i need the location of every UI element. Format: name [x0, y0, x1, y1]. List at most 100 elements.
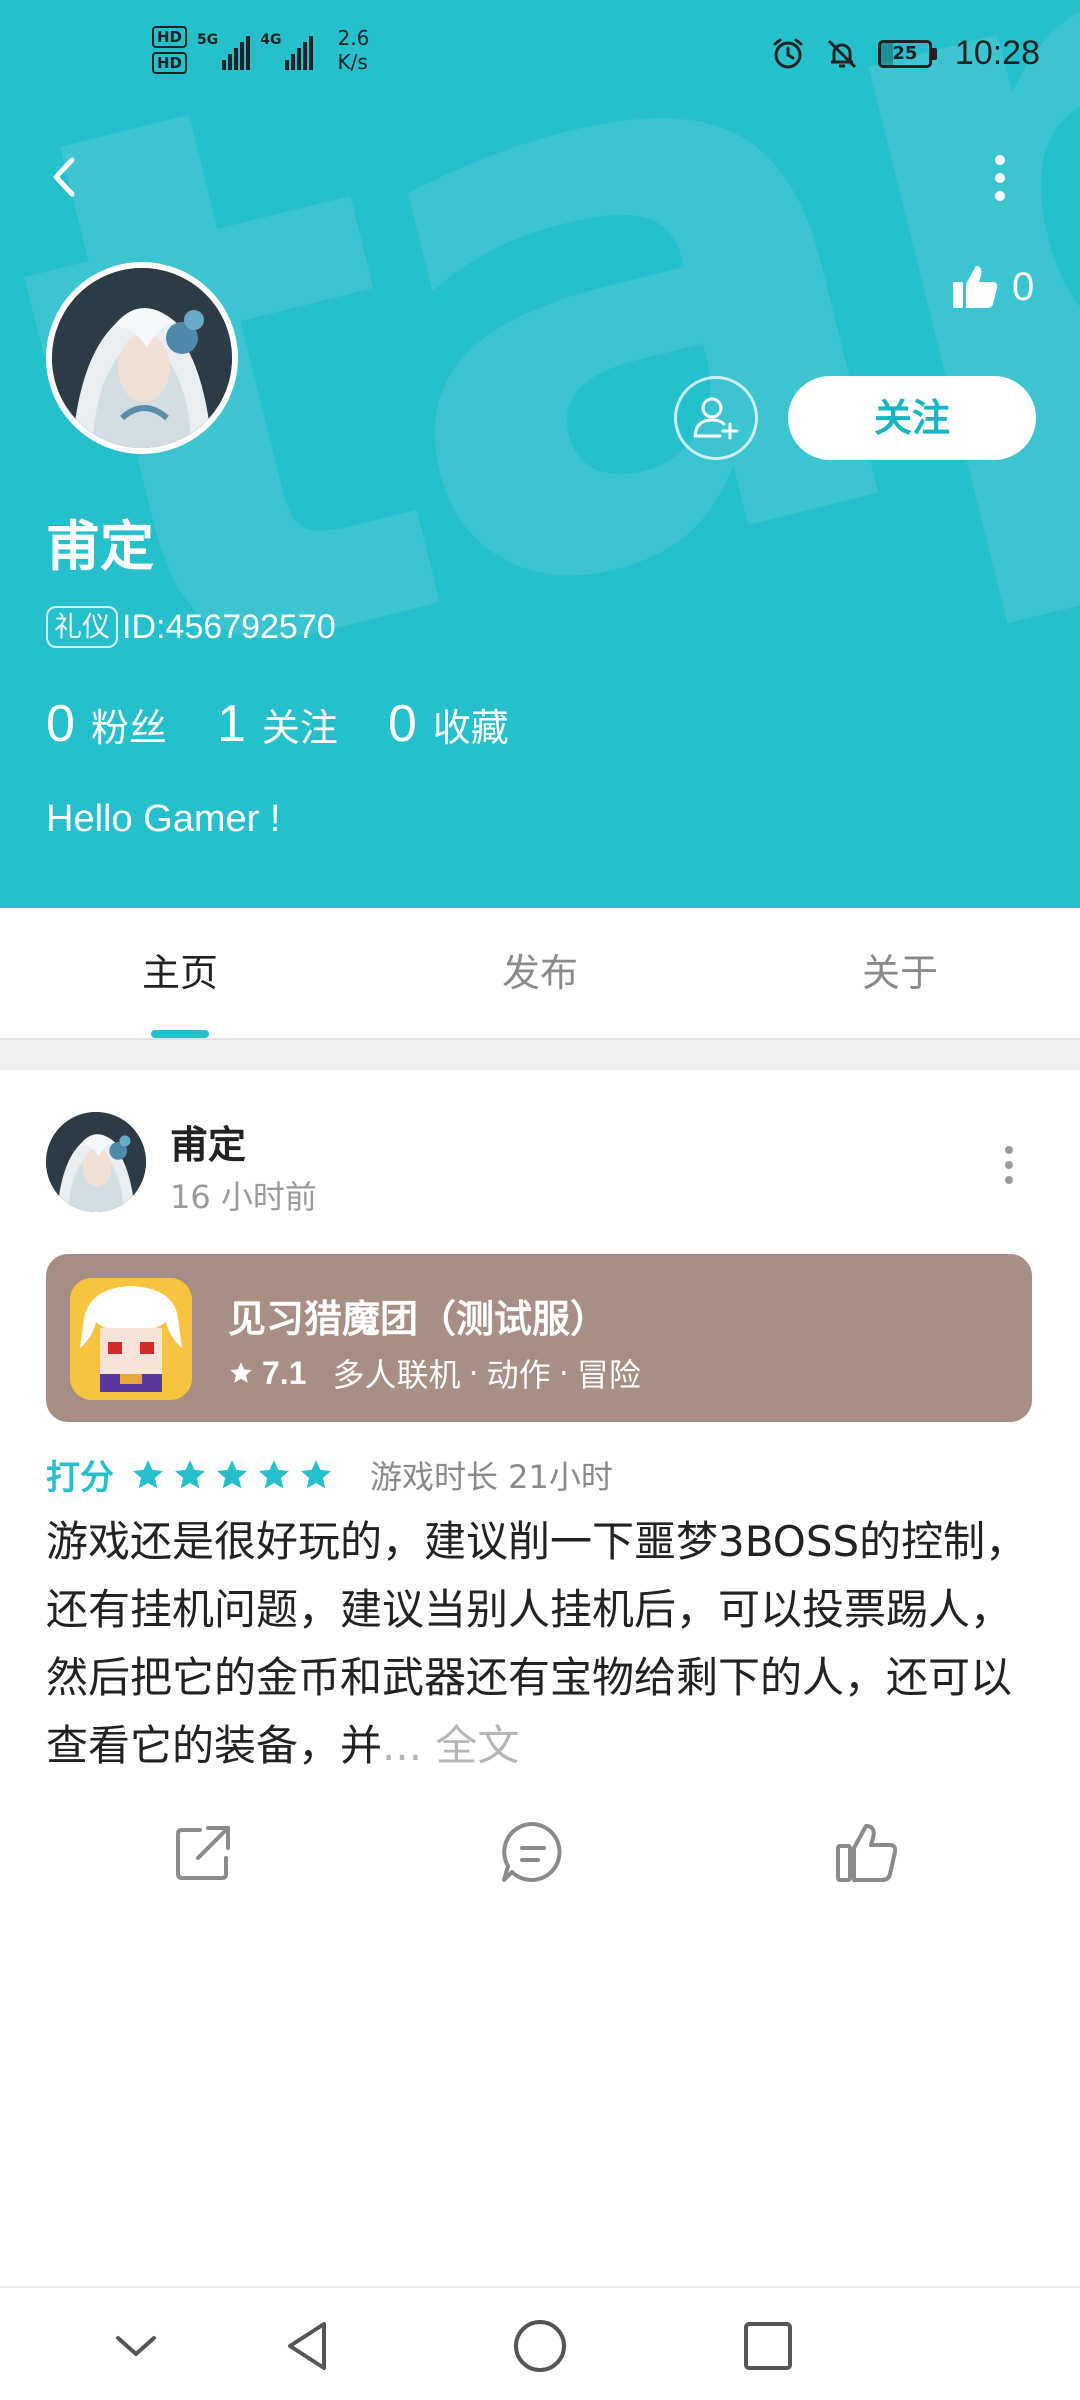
nav-back-icon[interactable]	[280, 2316, 340, 2376]
speed-unit: K/s	[337, 50, 368, 74]
tag-separator: ·	[468, 1354, 479, 1392]
rating-row: 打分 游戏时长 21小时	[46, 1450, 613, 1499]
back-icon[interactable]	[38, 150, 92, 204]
signal-bar	[222, 60, 227, 70]
post-author-avatar[interactable]	[46, 1112, 146, 1212]
stat-favorites[interactable]: 0 收藏	[388, 694, 509, 754]
stat-number: 1	[216, 695, 246, 753]
status-left: HD HD 5G 4G 2.6 K/s	[152, 26, 369, 74]
tab-home[interactable]: 主页	[0, 908, 360, 1038]
network-speed: 2.6 K/s	[337, 26, 369, 74]
avatar[interactable]	[46, 262, 238, 454]
tab-posts[interactable]: 发布	[360, 908, 720, 1038]
tab-label: 发布	[501, 951, 578, 995]
stat-number: 0	[387, 695, 417, 753]
game-tag: 动作	[486, 1356, 551, 1394]
rating-stars	[130, 1457, 334, 1493]
clock: 10:28	[954, 34, 1040, 72]
tab-indicator	[151, 1030, 209, 1038]
tab-label: 主页	[141, 951, 218, 995]
stat-fans[interactable]: 0 粉丝	[46, 694, 167, 754]
section-divider	[0, 1038, 1080, 1070]
game-score: 7.1	[262, 1354, 307, 1391]
network-type: 5G	[197, 32, 219, 48]
avatar-illustration	[52, 268, 232, 448]
stat-number: 0	[46, 695, 75, 753]
game-tag: 冒险	[576, 1356, 641, 1394]
game-icon-art	[70, 1278, 192, 1400]
star-icon	[217, 1459, 247, 1488]
alarm-icon	[773, 38, 803, 68]
hd-badge: HD	[152, 52, 188, 74]
post-author-name[interactable]: 甫定	[170, 1114, 246, 1169]
follow-button[interactable]: 关注	[788, 376, 1036, 460]
battery-icon: 25	[877, 39, 937, 68]
rating-label: 打分	[46, 1458, 114, 1498]
like-icon[interactable]	[832, 1818, 902, 1888]
thumbs-up-icon	[953, 266, 998, 308]
signal-bar	[228, 54, 233, 70]
playtime: 游戏时长 21小时	[370, 1457, 613, 1496]
post-ellipsis: ...	[382, 1721, 436, 1770]
likes-counter[interactable]: 0	[950, 262, 1034, 312]
star-icon	[301, 1459, 331, 1488]
post-actions	[0, 1818, 1080, 1898]
profile-id: ID:456792570	[122, 607, 336, 646]
hd-indicators: HD HD	[152, 26, 188, 74]
profile-name: 甫定	[46, 515, 154, 578]
battery-nub	[931, 47, 937, 60]
game-tag: 多人联机	[332, 1356, 461, 1394]
network-type: 4G	[260, 32, 282, 48]
signal-5g-icon: 5G	[197, 26, 251, 70]
nav-recents-icon[interactable]	[738, 2316, 798, 2376]
post-text: 游戏还是很好玩的，建议削一下噩梦3BOSS的控制，还有挂机问题，建议当别人挂机后…	[46, 1517, 1028, 1770]
signal-bar	[297, 48, 302, 70]
status-bar: HD HD 5G 4G 2.6 K/s 25 10:28	[0, 0, 1080, 120]
nav-home-icon[interactable]	[510, 2316, 570, 2376]
post-body[interactable]: 游戏还是很好玩的，建议削一下噩梦3BOSS的控制，还有挂机问题，建议当别人挂机后…	[46, 1508, 1036, 1780]
tag-separator: ·	[558, 1354, 569, 1392]
post-timestamp: 16 小时前	[170, 1178, 317, 1216]
signal-bar	[303, 42, 308, 70]
avatar-illustration	[46, 1112, 146, 1212]
read-more-link[interactable]: 全文	[435, 1721, 519, 1770]
stat-label: 收藏	[432, 706, 509, 750]
star-icon	[230, 1362, 252, 1383]
stat-label: 关注	[261, 706, 338, 750]
stat-following[interactable]: 1 关注	[217, 694, 338, 754]
tab-about[interactable]: 关于	[720, 908, 1080, 1038]
tab-label: 关于	[861, 951, 938, 995]
game-title: 见习猎魔团（测试服）	[228, 1297, 609, 1341]
signal-bar	[246, 36, 251, 70]
comment-icon[interactable]	[498, 1818, 568, 1888]
stat-label: 粉丝	[90, 706, 167, 750]
signal-bar	[291, 54, 296, 70]
profile-header: tapTap HD HD 5G 4G 2.6 K/s 25 10:28 0 关注…	[0, 0, 1080, 908]
profile-bio: Hello Gamer !	[46, 798, 281, 840]
game-card[interactable]: 见习猎魔团（测试服） 7.1 多人联机 · 动作 · 冒险	[46, 1254, 1032, 1422]
add-friend-button[interactable]	[674, 376, 758, 460]
signal-bar	[285, 60, 290, 70]
add-user-icon	[693, 397, 739, 440]
hd-badge: HD	[152, 26, 188, 48]
signal-bar	[240, 42, 245, 70]
post-more-icon[interactable]	[994, 1140, 1024, 1190]
signal-bar	[234, 48, 239, 70]
likes-count: 0	[1012, 264, 1035, 309]
system-nav-bar	[0, 2286, 1080, 2400]
battery-level: 25	[877, 39, 932, 68]
profile-id-row: 礼仪 ID:456792570	[46, 606, 336, 648]
star-icon	[133, 1459, 163, 1488]
signal-bar	[309, 36, 314, 70]
more-vertical-icon[interactable]	[980, 148, 1020, 208]
status-right: 25 10:28	[770, 34, 1040, 73]
nav-down-icon[interactable]	[106, 2316, 166, 2376]
share-icon[interactable]	[168, 1818, 238, 1888]
etiquette-badge[interactable]: 礼仪	[46, 606, 119, 648]
signal-4g-icon: 4G	[260, 26, 314, 70]
game-icon	[70, 1278, 192, 1400]
star-icon	[175, 1459, 205, 1488]
bell-muted-icon	[827, 39, 856, 68]
star-icon	[259, 1459, 289, 1488]
profile-stats: 0 粉丝 1 关注 0 收藏	[46, 694, 509, 754]
